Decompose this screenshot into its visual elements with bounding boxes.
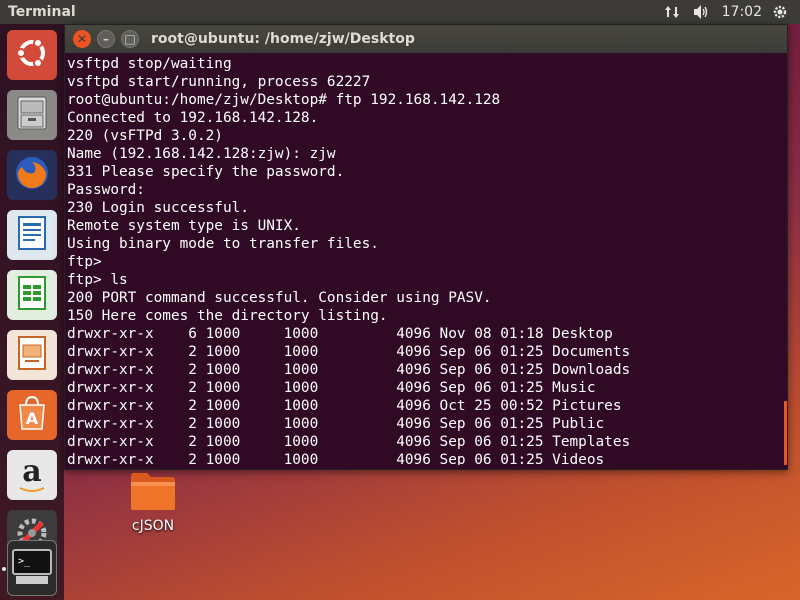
launcher-amazon[interactable]: a [7, 450, 57, 500]
amazon-icon: a [18, 457, 46, 493]
terminal-line: drwxr-xr-x 6 1000 1000 4096 Nov 08 01:18… [67, 326, 613, 342]
close-button[interactable]: ✕ [73, 30, 91, 48]
terminal-line: drwxr-xr-x 2 1000 1000 4096 Sep 06 01:25… [67, 416, 605, 432]
desktop-folder-cjson[interactable]: cJSON [118, 470, 188, 534]
active-app-title: Terminal [8, 4, 76, 20]
close-icon: ✕ [76, 32, 88, 46]
launcher-ubuntu-dash[interactable] [7, 30, 57, 80]
minimize-icon: – [103, 32, 109, 46]
terminal-line: drwxr-xr-x 2 1000 1000 4096 Sep 06 01:25… [67, 344, 631, 360]
terminal-line: Using binary mode to transfer files. [67, 236, 379, 252]
terminal-output[interactable]: vsftpd stop/waiting vsftpd start/running,… [65, 53, 787, 465]
terminal-line: root@ubuntu:/home/zjw/Desktop# ftp 192.1… [67, 92, 501, 108]
terminal-line: drwxr-xr-x 2 1000 1000 4096 Oct 25 00:52… [67, 398, 622, 414]
terminal-line: ftp> [67, 254, 102, 270]
gear-icon[interactable] [772, 0, 788, 24]
launcher-terminal[interactable]: >_ [7, 540, 57, 596]
terminal-line: drwxr-xr-x 2 1000 1000 4096 Sep 06 01:25… [67, 434, 631, 450]
ubuntu-logo-icon [12, 33, 52, 77]
terminal-line: drwxr-xr-x 2 1000 1000 4096 Sep 06 01:25… [67, 362, 631, 378]
minimize-button[interactable]: – [97, 30, 115, 48]
terminal-line: Connected to 192.168.142.128. [67, 110, 319, 126]
terminal-line: 200 PORT command successful. Consider us… [67, 290, 492, 306]
terminal-line: Password: [67, 182, 145, 198]
terminal-icon: >_ [10, 546, 54, 590]
launcher-writer[interactable] [7, 210, 57, 260]
spreadsheet-icon [12, 273, 52, 317]
clock[interactable]: 17:02 [722, 0, 762, 24]
svg-text:A: A [26, 409, 39, 428]
launcher: A a >_ [0, 24, 64, 600]
presentation-icon [12, 333, 52, 377]
launcher-calc[interactable] [7, 270, 57, 320]
volume-icon[interactable] [692, 0, 710, 24]
terminal-line: Name (192.168.142.128:zjw): zjw [67, 146, 336, 162]
writer-icon [12, 213, 52, 257]
folder-icon [129, 473, 177, 516]
terminal-line: 220 (vsFTPd 3.0.2) [67, 128, 223, 144]
maximize-icon: □ [124, 32, 136, 46]
window-title: root@ubuntu: /home/zjw/Desktop [151, 31, 415, 47]
svg-text:>_: >_ [18, 556, 31, 567]
terminal-window[interactable]: ✕ – □ root@ubuntu: /home/zjw/Desktop vsf… [64, 24, 788, 470]
terminal-line: Remote system type is UNIX. [67, 218, 301, 234]
launcher-software[interactable]: A [7, 390, 57, 440]
terminal-line: vsftpd stop/waiting [67, 56, 232, 72]
network-updown-icon[interactable] [664, 0, 680, 24]
file-cabinet-icon [12, 93, 52, 137]
maximize-button[interactable]: □ [121, 30, 139, 48]
top-panel: Terminal 17:02 [0, 0, 800, 24]
terminal-line: vsftpd start/running, process 62227 [67, 74, 371, 90]
terminal-line: 150 Here comes the directory listing. [67, 308, 388, 324]
folder-label: cJSON [131, 518, 175, 534]
software-center-icon: A [12, 393, 52, 437]
window-titlebar[interactable]: ✕ – □ root@ubuntu: /home/zjw/Desktop [65, 25, 787, 53]
terminal-line: drwxr-xr-x 2 1000 1000 4096 Sep 06 01:25… [67, 380, 596, 396]
terminal-line: ftp> ls [67, 272, 128, 288]
running-indicator [2, 567, 6, 571]
firefox-icon [12, 153, 52, 197]
scrollbar[interactable] [784, 401, 787, 465]
terminal-line: drwxr-xr-x 2 1000 1000 4096 Sep 06 01:25… [67, 452, 605, 465]
launcher-firefox[interactable] [7, 150, 57, 200]
terminal-line: 331 Please specify the password. [67, 164, 345, 180]
launcher-impress[interactable] [7, 330, 57, 380]
launcher-files[interactable] [7, 90, 57, 140]
terminal-line: 230 Login successful. [67, 200, 249, 216]
